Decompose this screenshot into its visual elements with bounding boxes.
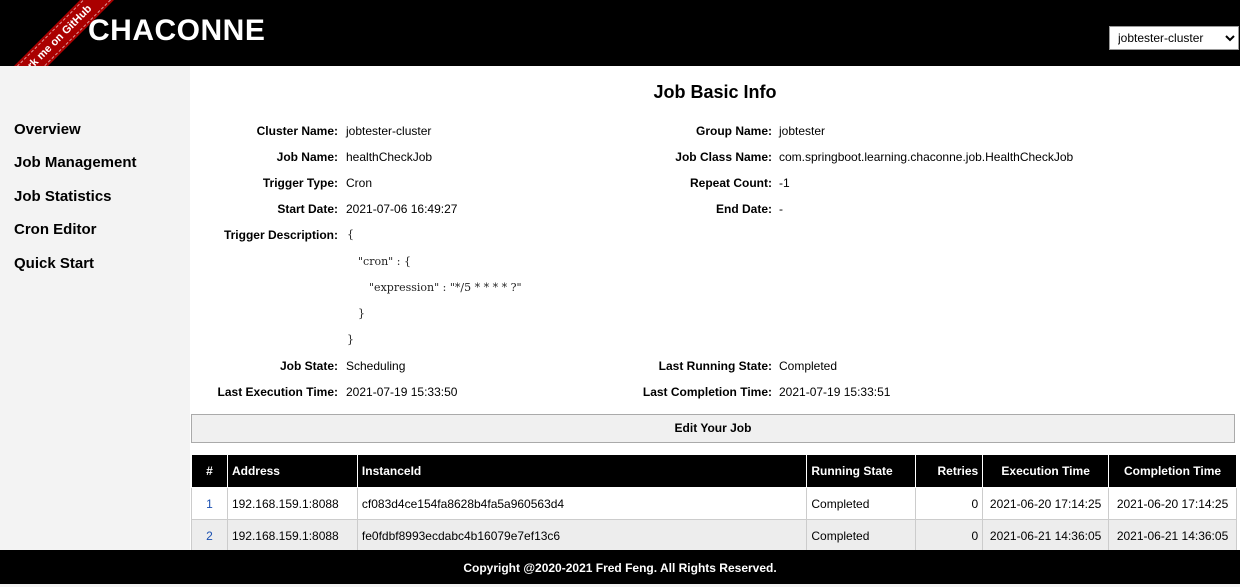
job-class-name-label: Job Class Name:	[675, 150, 772, 164]
trigger-description-line: "cron" : {	[358, 255, 411, 268]
sidebar-item-job-statistics[interactable]: Job Statistics	[14, 188, 112, 205]
column-header-retries: Retries	[915, 454, 984, 488]
sidebar: Overview Job Management Job Statistics C…	[0, 66, 190, 550]
sidebar-item-quick-start[interactable]: Quick Start	[14, 255, 94, 272]
row-number-link[interactable]: 1	[191, 487, 228, 520]
trigger-description-line: "expression" : "*/5 * * * * ?"	[369, 281, 522, 294]
cluster-select[interactable]: jobtester-cluster	[1109, 26, 1239, 50]
column-header-number: #	[191, 454, 228, 488]
sidebar-item-overview[interactable]: Overview	[14, 121, 81, 138]
table-row: 2 192.168.159.1:8088 fe0fdbf8993ecdabc4b…	[191, 519, 1237, 550]
column-header-execution-time: Execution Time	[982, 454, 1110, 488]
address-cell: 192.168.159.1:8088	[226, 487, 358, 520]
group-name-value: jobtester	[779, 124, 826, 138]
table-row: 1 192.168.159.1:8088 cf083d4ce154fa8628b…	[191, 487, 1237, 520]
trigger-description-line: }	[347, 333, 354, 346]
job-class-name-value: com.springboot.learning.chaconne.job.Hea…	[779, 150, 1074, 164]
instance-table: # Address InstanceId Running State Retri…	[191, 454, 1237, 550]
end-date-label: End Date:	[715, 202, 772, 216]
execution-time-cell: 2021-06-21 14:36:05	[982, 519, 1110, 550]
column-header-address: Address	[226, 454, 358, 488]
last-running-state-label: Last Running State:	[658, 359, 772, 373]
column-header-completion-time: Completion Time	[1108, 454, 1237, 488]
header-bar: Fork me on GitHub CHACONNE jobtester-clu…	[0, 0, 1240, 66]
edit-job-button[interactable]: Edit Your Job	[191, 414, 1235, 443]
running-state-cell: Completed	[806, 519, 917, 550]
column-header-running-state: Running State	[806, 454, 917, 488]
last-completion-time-label: Last Completion Time:	[642, 385, 772, 399]
column-header-instance-id: InstanceId	[356, 454, 808, 488]
last-running-state-value: Completed	[779, 359, 838, 373]
trigger-description-label: Trigger Description:	[223, 228, 338, 242]
retries-cell: 0	[915, 487, 984, 520]
brand-title: CHACONNE	[88, 14, 266, 47]
end-date-value: -	[779, 202, 783, 216]
instance-id-cell: cf083d4ce154fa8628b4fa5a960563d4	[356, 487, 808, 520]
instance-id-cell: fe0fdbf8993ecdabc4b16079e7ef13c6	[356, 519, 808, 550]
retries-cell: 0	[915, 519, 984, 550]
last-completion-time-value: 2021-07-19 15:33:51	[779, 385, 891, 399]
trigger-description-line: }	[358, 307, 365, 320]
execution-time-cell: 2021-06-20 17:14:25	[982, 487, 1110, 520]
sidebar-item-cron-editor[interactable]: Cron Editor	[14, 221, 97, 238]
sidebar-item-job-management[interactable]: Job Management	[14, 154, 137, 171]
table-header-row: # Address InstanceId Running State Retri…	[191, 454, 1237, 488]
page-title: Job Basic Info	[653, 82, 777, 102]
running-state-cell: Completed	[806, 487, 917, 520]
repeat-count-value: -1	[779, 176, 790, 190]
group-name-label: Group Name:	[695, 124, 772, 138]
main-content: Job Basic Info Cluster Name: jobtester-c…	[190, 66, 1240, 550]
trigger-description-line: {	[347, 228, 354, 241]
completion-time-cell: 2021-06-20 17:14:25	[1108, 487, 1237, 520]
footer: Copyright @2020-2021 Fred Feng. All Righ…	[0, 550, 1240, 584]
repeat-count-label: Repeat Count:	[690, 176, 772, 190]
address-cell: 192.168.159.1:8088	[226, 519, 358, 550]
row-number-link[interactable]: 2	[191, 519, 228, 550]
completion-time-cell: 2021-06-21 14:36:05	[1108, 519, 1237, 550]
